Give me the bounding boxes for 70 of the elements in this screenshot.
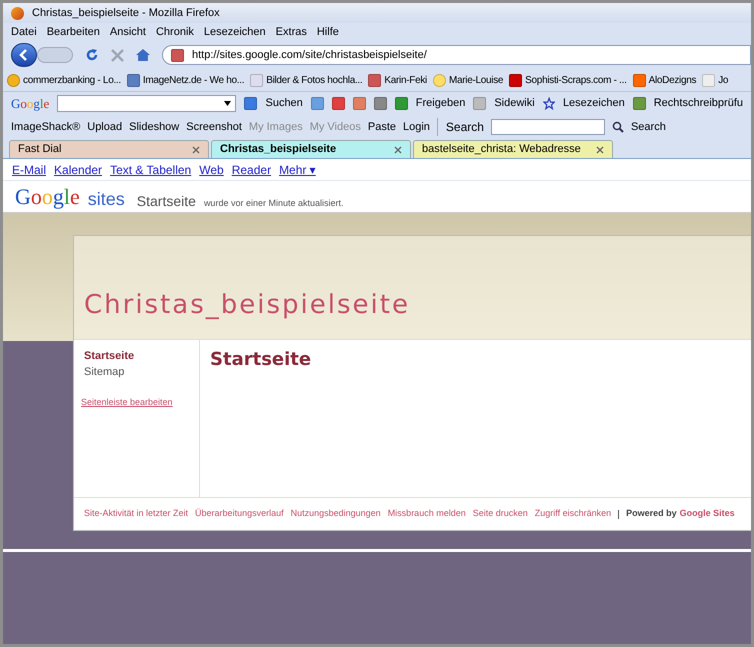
menu-item[interactable]: Chronik <box>156 24 194 40</box>
close-icon[interactable] <box>394 146 402 154</box>
search-icon <box>612 121 624 133</box>
update-note: wurde vor einer Minute aktualisiert. <box>204 199 344 208</box>
close-icon[interactable] <box>596 146 604 154</box>
edit-sidebar-link[interactable]: Seitenleiste bearbeiten <box>81 396 189 410</box>
star-icon <box>542 97 555 110</box>
search-button[interactable]: Search <box>630 118 666 136</box>
page-heading: Startseite <box>210 348 312 372</box>
bookmark-label: Karin-Feki <box>384 74 427 88</box>
sidewiki-button[interactable]: Sidewiki <box>494 95 535 112</box>
url-text: http://sites.google.com/site/christasbeispielseite/ <box>192 48 427 63</box>
sidebar-link[interactable]: Sitemap <box>84 364 189 380</box>
bookmark-label: Bilder & Fotos hochla... <box>266 74 362 88</box>
bookmarks-button[interactable]: Lesezeichen <box>562 95 625 112</box>
address-field[interactable]: http://sites.google.com/site/christasbeispielseite/ <box>162 45 751 65</box>
service-link[interactable]: Web <box>199 160 224 178</box>
toolbar-button[interactable]: Slideshow <box>129 118 180 136</box>
menu-item[interactable]: Ansicht <box>110 24 146 40</box>
menu-item[interactable]: Datei <box>11 24 37 40</box>
google-logo: Google <box>11 94 50 113</box>
sites-label: sites <box>88 190 125 208</box>
google-search-field[interactable] <box>57 95 236 112</box>
footer-link[interactable]: Site-Aktivität in letzter Zeit <box>84 507 188 521</box>
browser-tab[interactable]: Christas_beispielseite <box>211 140 411 158</box>
powered-by-text: Powered by <box>626 507 677 520</box>
service-link[interactable]: Kalender <box>54 160 102 178</box>
home-icon[interactable] <box>136 49 150 61</box>
page-name: Startseite <box>136 194 196 208</box>
search-label: Search <box>436 118 484 136</box>
toolbar-button[interactable]: Paste <box>368 118 396 136</box>
window-title: Christas_beispielseite - Mozilla Firefox <box>32 6 220 21</box>
google-logo: Google <box>15 186 80 208</box>
menu-item[interactable]: Extras <box>276 24 307 40</box>
toolbar-button[interactable]: Upload <box>87 118 122 136</box>
google-sites-link[interactable]: Google Sites <box>680 507 735 521</box>
share-button[interactable]: Freigeben <box>416 95 466 112</box>
search-button[interactable]: Suchen <box>265 95 303 112</box>
toolbar-button[interactable]: ImageShack® <box>11 118 80 136</box>
site-title: Christas_beispielseite <box>84 289 410 322</box>
footer-link[interactable]: Überarbeitungsverlauf <box>195 507 284 521</box>
spellcheck-button[interactable]: Rechtschreibprüfu <box>654 95 743 112</box>
bookmark-label: AloDezigns <box>648 74 696 88</box>
bookmark-label: commerzbanking - Lo... <box>23 74 121 88</box>
service-link[interactable]: E-Mail <box>12 160 46 178</box>
browser-logo-icon <box>11 6 24 20</box>
browser-tab[interactable]: bastelseite_christa: Webadresse <box>413 140 613 158</box>
service-link[interactable]: Reader <box>232 160 272 178</box>
toolbar-button[interactable]: Screenshot <box>186 118 242 136</box>
reload-icon[interactable] <box>85 48 99 62</box>
toolbar-button[interactable]: Login <box>403 118 430 136</box>
footer-link[interactable]: Missbrauch melden <box>388 507 466 521</box>
menu-item[interactable]: Bearbeiten <box>46 24 100 40</box>
sidebar-link[interactable]: Startseite <box>84 348 189 364</box>
menu-item[interactable]: Lesezeichen <box>204 24 266 40</box>
dropdown-caret-icon <box>224 101 232 106</box>
service-link[interactable]: Mehr ▾ <box>279 160 316 178</box>
footer-link[interactable]: Zugriff eischränken <box>534 507 612 521</box>
bookmark-label: ImageNetz.de - We ho... <box>142 74 244 88</box>
bookmark-label: Jo <box>718 74 728 88</box>
browser-tab[interactable]: Fast Dial <box>9 140 209 158</box>
close-icon[interactable] <box>192 146 200 154</box>
bookmark-label: Sophisti-Scraps.com - ... <box>525 74 627 88</box>
back-button[interactable] <box>11 43 37 67</box>
bookmark-label: Marie-Louise <box>448 74 504 88</box>
footer-link[interactable]: Nutzungsbedingungen <box>290 507 381 521</box>
service-link[interactable]: Text & Tabellen <box>110 160 192 178</box>
menu-item[interactable]: Hilfe <box>316 24 339 40</box>
search-field[interactable] <box>490 119 605 135</box>
footer-link[interactable]: Seite drucken <box>472 507 528 521</box>
